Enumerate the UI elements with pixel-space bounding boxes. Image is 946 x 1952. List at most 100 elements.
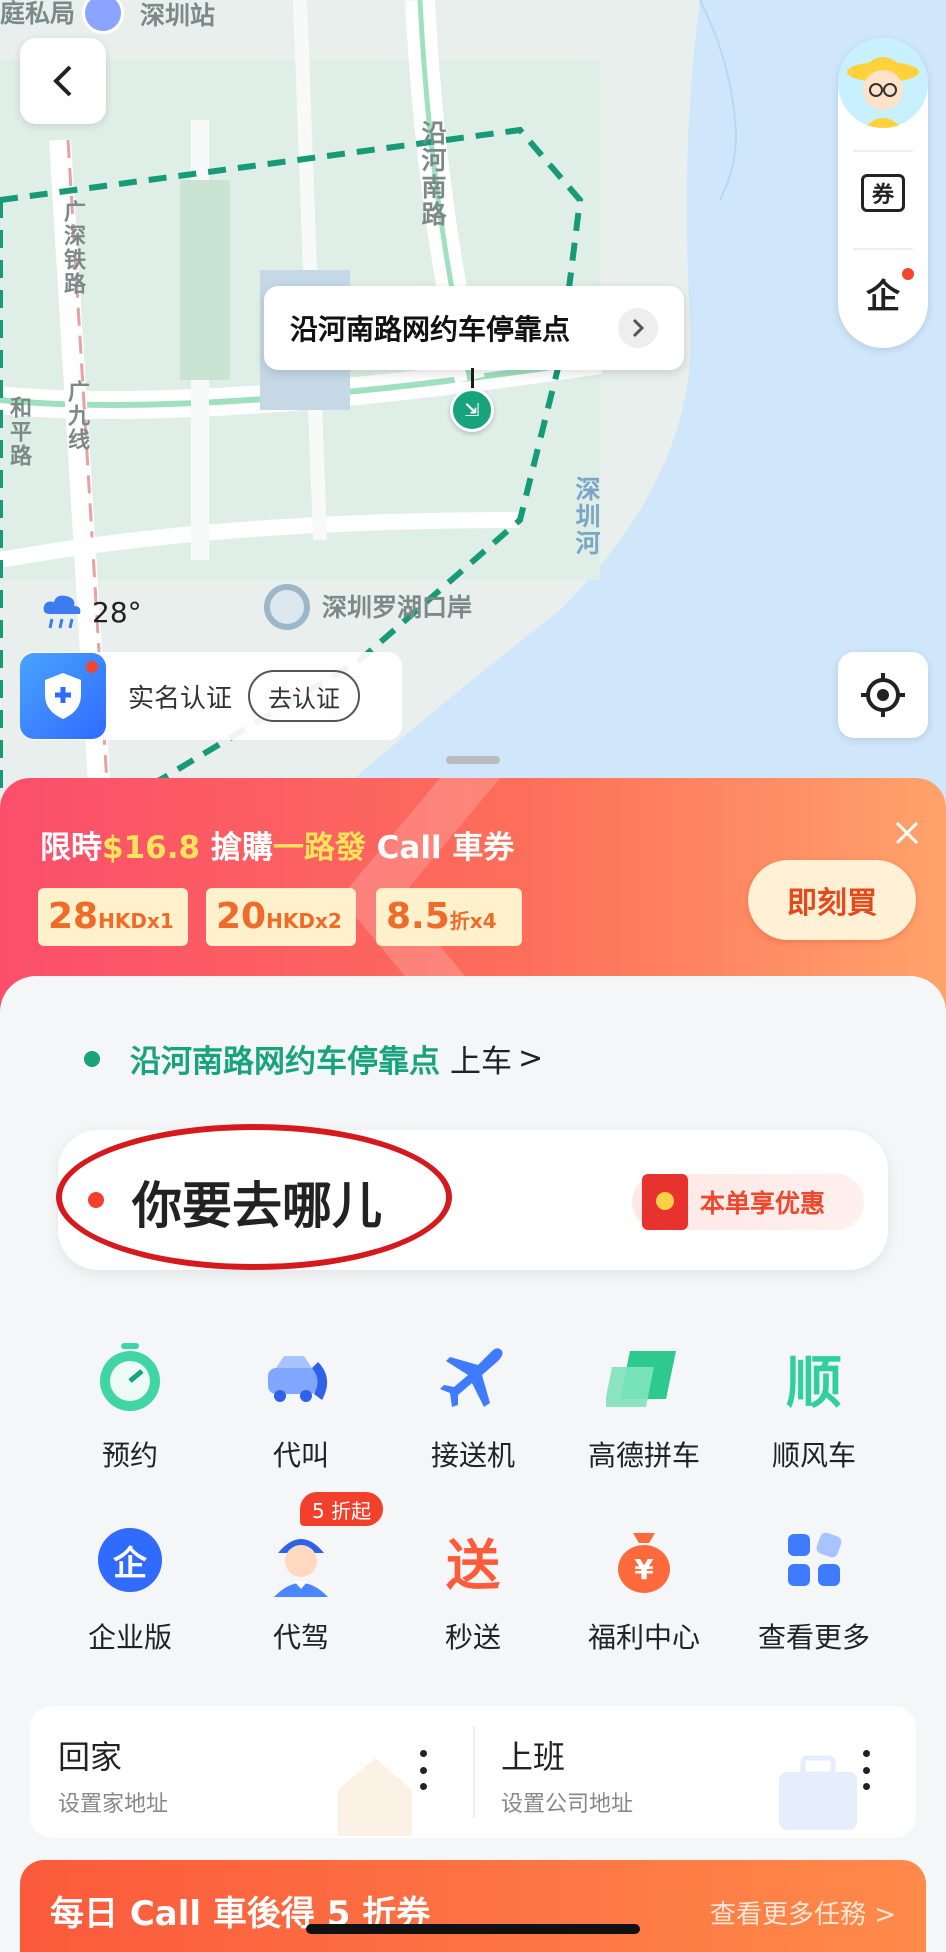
pickup-callout[interactable]: 沿河南路网约车停靠点 xyxy=(264,286,684,370)
map-view[interactable]: 庭私局 深圳站 沿河南路 广深铁路 广九线 和平路 深圳河 深圳罗湖口岸 券 企 xyxy=(0,0,946,800)
delivery-glyph: 送 xyxy=(446,1533,500,1597)
work-shortcut[interactable]: 上班 设置公司地址 xyxy=(473,1706,916,1838)
service-label: 福利中心 xyxy=(587,1621,700,1654)
right-toolbar: 券 企 xyxy=(838,38,928,348)
more-vertical-icon[interactable] xyxy=(861,1750,871,1790)
service-call-for-others[interactable]: 代叫 xyxy=(215,1338,387,1474)
discount-tag: 5 折起 xyxy=(300,1492,384,1526)
discount-label: 本单享优惠 xyxy=(700,1189,826,1218)
coupon-value: 28 xyxy=(48,896,99,937)
pickup-place: 沿河南路网约车停靠点 xyxy=(130,1044,440,1080)
enterprise-icon: 企 xyxy=(866,276,900,317)
buy-now-button[interactable]: 即刻買 xyxy=(748,860,916,940)
carpool-icon xyxy=(604,1338,684,1418)
home-indicator[interactable] xyxy=(306,1924,640,1934)
chevron-right-icon xyxy=(618,308,658,348)
promo-coupon: 20 HKDx2 xyxy=(206,888,356,946)
service-label: 企业版 xyxy=(87,1621,172,1654)
crosshair-icon xyxy=(861,673,905,717)
map-label-top-left: 庭私局 xyxy=(0,0,76,28)
promo-coupon: 28 HKDx1 xyxy=(38,888,188,946)
promo-coupon: 8.5 折x4 xyxy=(376,888,522,946)
pickup-row[interactable]: 沿河南路网约车停靠点 上车 > xyxy=(84,1036,543,1081)
sheet-drag-handle[interactable] xyxy=(446,756,500,764)
booking-panel: 沿河南路网约车停靠点 上车 > 你要去哪儿 本单享优惠 预约 代叫 接送机 高德… xyxy=(0,976,946,1952)
coupon-unit: HKDx2 xyxy=(266,909,342,933)
briefcase-icon xyxy=(779,1755,857,1830)
destination-input[interactable]: 你要去哪儿 本单享优惠 xyxy=(56,1124,888,1270)
verify-button[interactable]: 去认证 xyxy=(248,670,361,722)
locate-me-button[interactable] xyxy=(838,652,928,738)
close-icon[interactable] xyxy=(892,818,922,848)
service-reserve[interactable]: 预约 xyxy=(44,1338,216,1474)
car-phone-icon xyxy=(261,1338,341,1418)
clock-icon xyxy=(90,1338,170,1418)
service-label: 代叫 xyxy=(272,1439,329,1472)
service-hitch-ride[interactable]: 顺 顺风车 xyxy=(728,1338,900,1474)
home-shortcut[interactable]: 回家 设置家地址 xyxy=(30,1706,473,1838)
user-avatar[interactable] xyxy=(838,38,928,128)
red-envelope-icon xyxy=(642,1174,688,1230)
daily-task-link[interactable]: 查看更多任務 > xyxy=(710,1894,896,1931)
promo-price: $16.8 xyxy=(102,830,201,866)
work-subtitle: 设置公司地址 xyxy=(501,1792,634,1817)
service-enterprise[interactable]: 企 企业版 xyxy=(44,1520,216,1656)
more-vertical-icon[interactable] xyxy=(418,1750,428,1790)
map-label-road: 沿河南路 xyxy=(418,120,447,228)
service-carpool[interactable]: 高德拼车 xyxy=(558,1338,730,1474)
notification-dot xyxy=(86,661,98,673)
verify-banner[interactable]: 实名认证 去认证 xyxy=(20,652,402,740)
promo-title: 限時$16.8 搶購一路發 Call 車券 xyxy=(40,822,514,867)
map-label-rail: 广深铁路 xyxy=(60,200,85,296)
promo-title-prefix: 限時 xyxy=(40,830,102,866)
map-label-station: 深圳站 xyxy=(140,1,216,30)
coupon-icon: 券 xyxy=(861,174,905,212)
enterprise-button[interactable]: 企 xyxy=(838,248,928,338)
svg-text:¥: ¥ xyxy=(634,1553,654,1586)
promo-title-suffix: Call 車券 xyxy=(365,830,515,866)
service-more[interactable]: 查看更多 xyxy=(728,1520,900,1656)
service-label: 顺风车 xyxy=(771,1439,856,1472)
coupon-value: 20 xyxy=(216,896,267,937)
discount-badge[interactable]: 本单享优惠 xyxy=(632,1174,864,1230)
coupon-unit: 折x4 xyxy=(449,909,497,933)
house-icon xyxy=(338,1758,412,1836)
map-label-road-left: 和平路 xyxy=(6,396,31,468)
home-subtitle: 设置家地址 xyxy=(58,1792,169,1817)
port-marker-icon xyxy=(264,584,310,630)
promo-brand: 一路發 xyxy=(272,830,366,866)
service-airport[interactable]: 接送机 xyxy=(387,1338,559,1474)
service-label: 接送机 xyxy=(430,1439,515,1472)
chevron-right-icon: > xyxy=(518,1041,544,1076)
coupon-unit: HKDx1 xyxy=(98,909,174,933)
highlight-circle xyxy=(56,1124,452,1270)
chevron-left-icon xyxy=(53,65,72,97)
service-designated-driver[interactable]: 代驾 xyxy=(215,1520,387,1656)
driver-icon xyxy=(261,1520,341,1600)
notification-dot xyxy=(902,268,914,280)
service-label: 查看更多 xyxy=(757,1621,870,1654)
coupon-button[interactable]: 券 xyxy=(838,148,928,238)
pickup-pin-icon: ⇲ xyxy=(450,388,494,432)
service-express-delivery[interactable]: 送 秒送 xyxy=(387,1520,559,1656)
map-label-rail-2: 广九线 xyxy=(64,380,89,452)
weather-widget: 28° xyxy=(40,592,142,632)
shunfeng-icon: 顺 xyxy=(774,1338,854,1418)
airplane-icon xyxy=(433,1338,513,1418)
enterprise-glyph: 企 xyxy=(98,1528,162,1592)
service-label: 高德拼车 xyxy=(587,1439,700,1472)
money-bag-icon: ¥ xyxy=(604,1520,684,1600)
home-title: 回家 xyxy=(58,1738,123,1776)
map-label-port: 深圳罗湖口岸 xyxy=(322,593,473,622)
map-label-river: 深圳河 xyxy=(572,476,601,557)
service-label: 预约 xyxy=(101,1439,158,1472)
daily-task-banner[interactable]: 每日 Call 車後得 5 折券 查看更多任務 > xyxy=(20,1860,926,1952)
enterprise-icon: 企 xyxy=(90,1520,170,1600)
promo-title-mid: 搶購 xyxy=(200,830,273,866)
weather-temperature: 28° xyxy=(92,595,142,629)
pickup-action: 上车 xyxy=(450,1044,512,1080)
service-label: 代驾 xyxy=(272,1621,329,1654)
pickup-dot xyxy=(84,1050,100,1067)
back-button[interactable] xyxy=(20,38,106,124)
service-welfare-center[interactable]: ¥ 福利中心 xyxy=(558,1520,730,1656)
